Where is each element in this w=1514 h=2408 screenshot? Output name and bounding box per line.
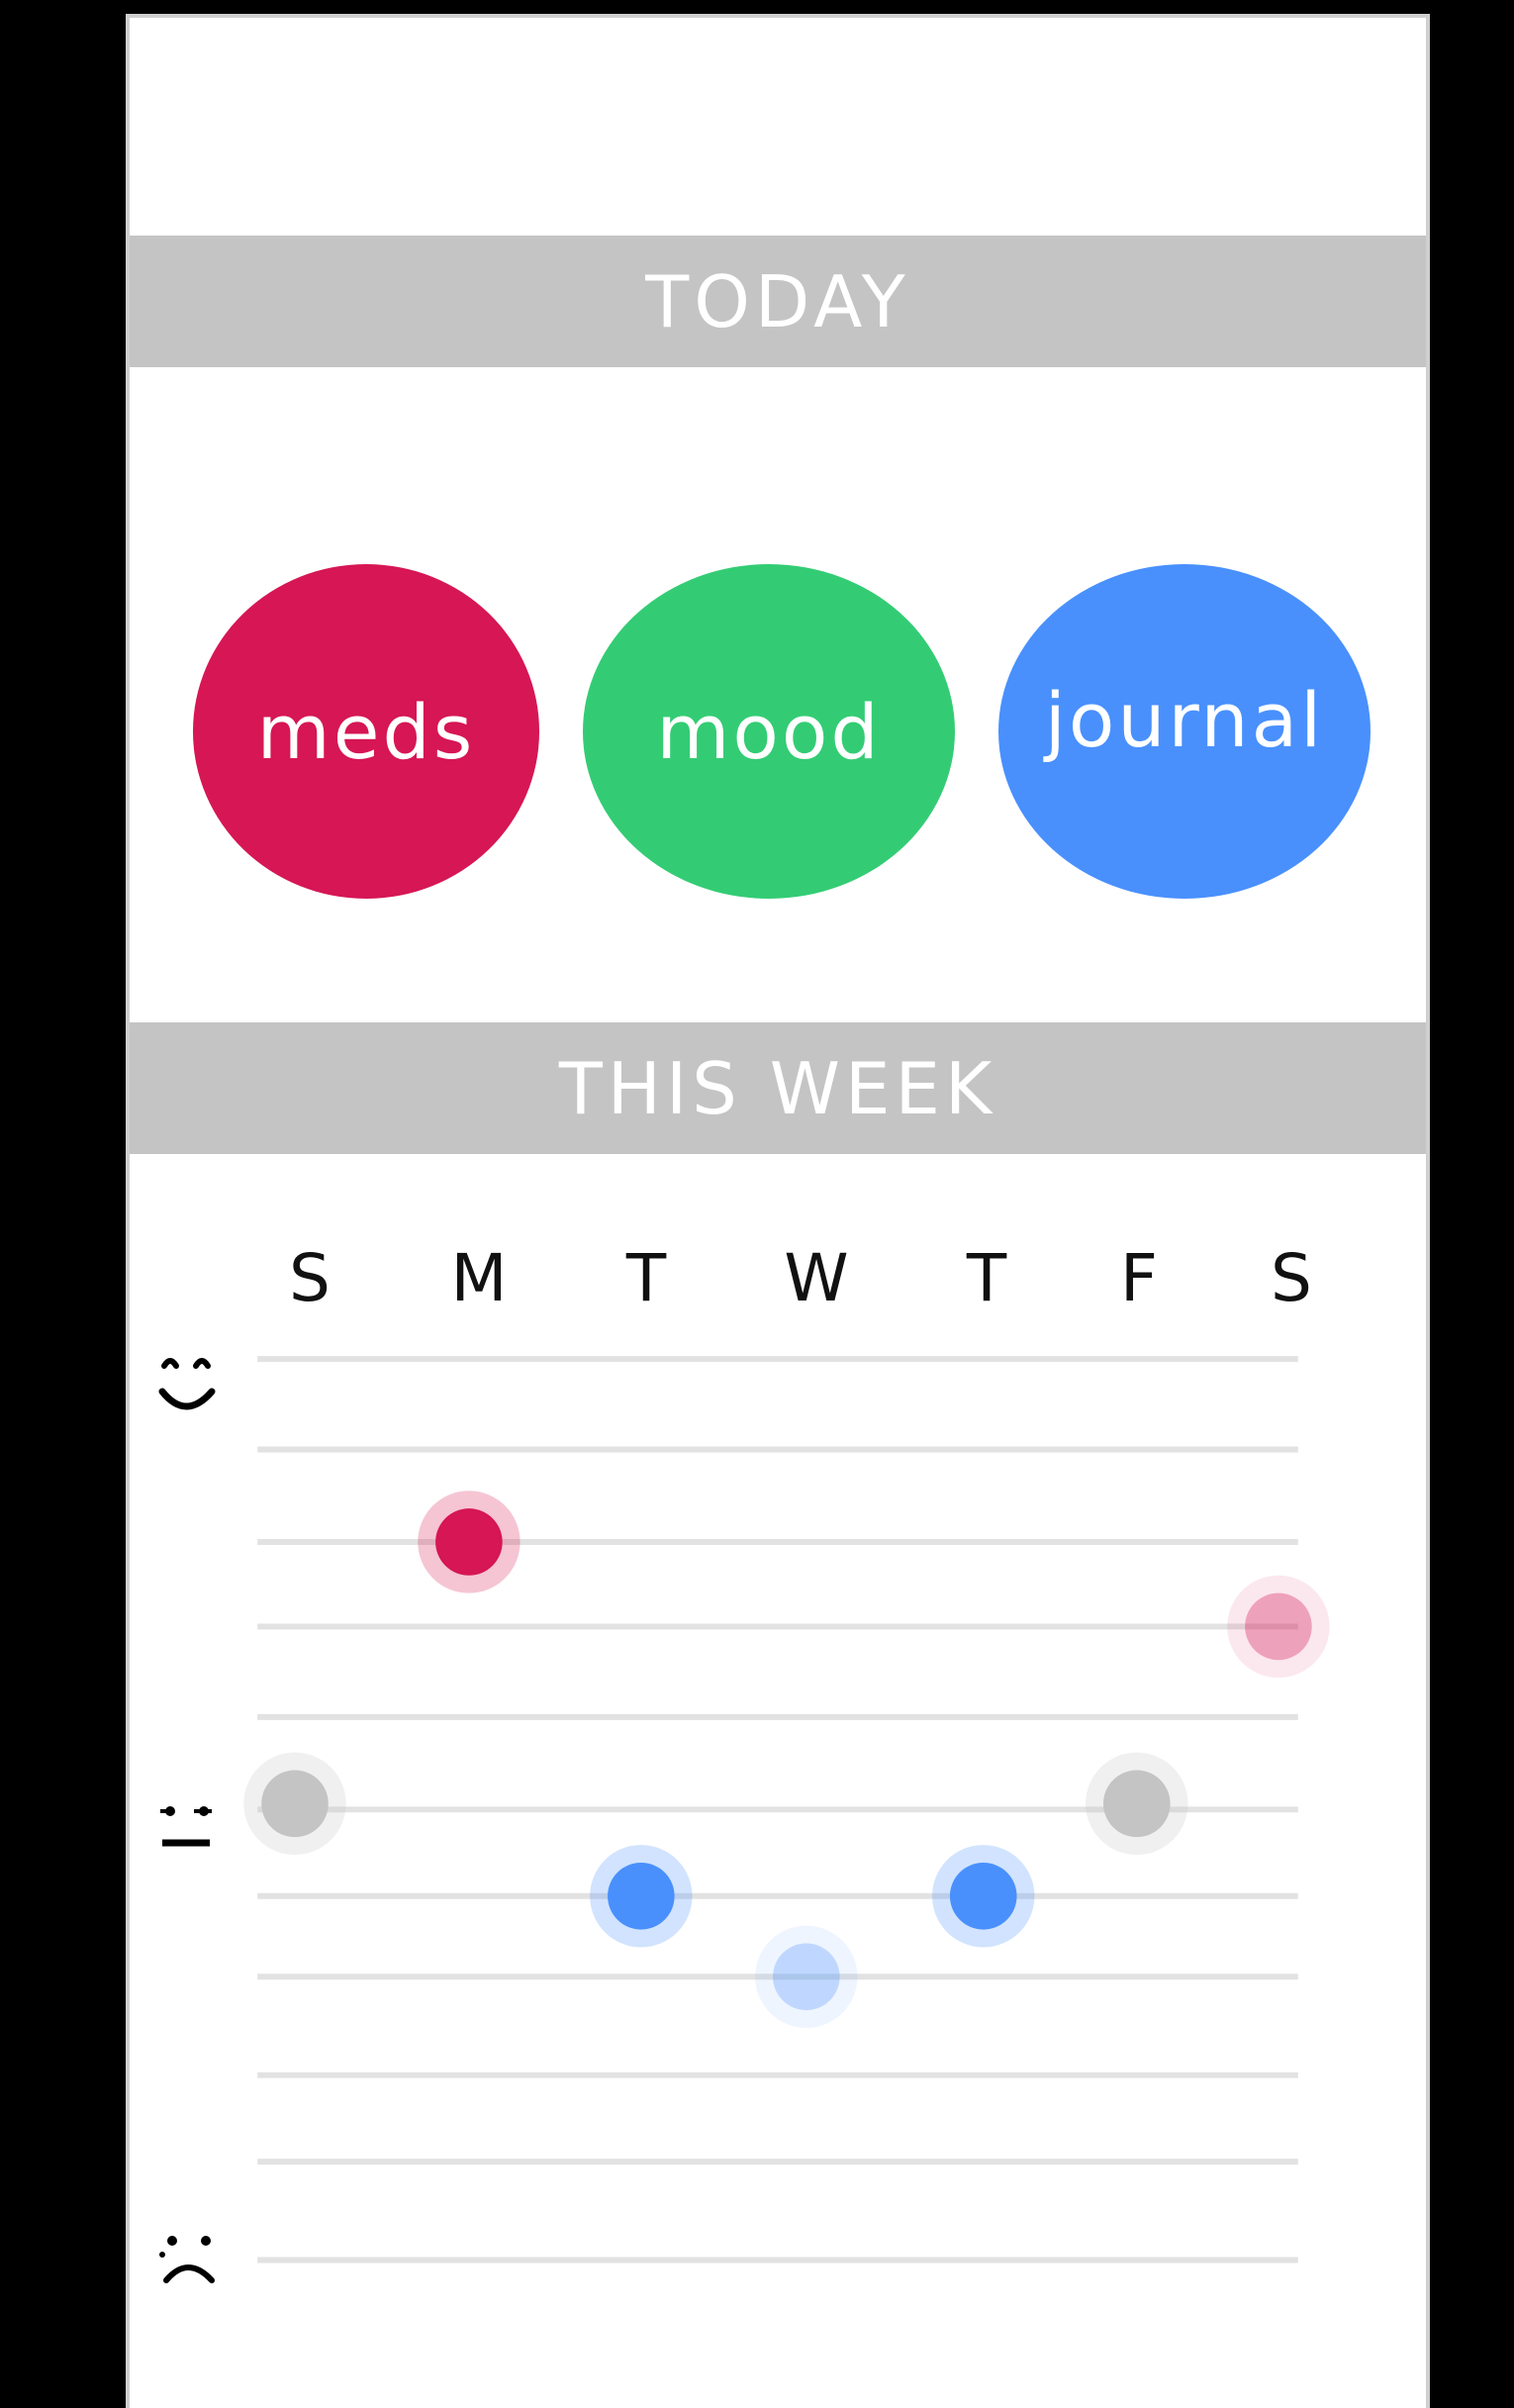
mood-point[interactable] — [590, 1845, 693, 1948]
mood-point[interactable] — [1086, 1752, 1188, 1856]
mood-point[interactable] — [1227, 1575, 1330, 1679]
mood-point-dot — [435, 1508, 503, 1576]
mood-point-dot — [773, 1943, 840, 2011]
mood-point-dot — [949, 1862, 1017, 1930]
mood-point-dot — [608, 1862, 675, 1930]
mood-point[interactable] — [932, 1845, 1035, 1948]
phone-screen: TODAY meds mood journal THIS WEEK S M T … — [126, 14, 1430, 2408]
mood-point-dot — [1245, 1592, 1312, 1661]
mood-point[interactable] — [243, 1752, 346, 1856]
mood-point[interactable] — [418, 1491, 520, 1593]
mood-point-dot — [261, 1770, 329, 1838]
mood-week-chart — [243, 1356, 1330, 2264]
mood-point[interactable] — [755, 1925, 858, 2028]
mood-point-dot — [1102, 1770, 1171, 1838]
